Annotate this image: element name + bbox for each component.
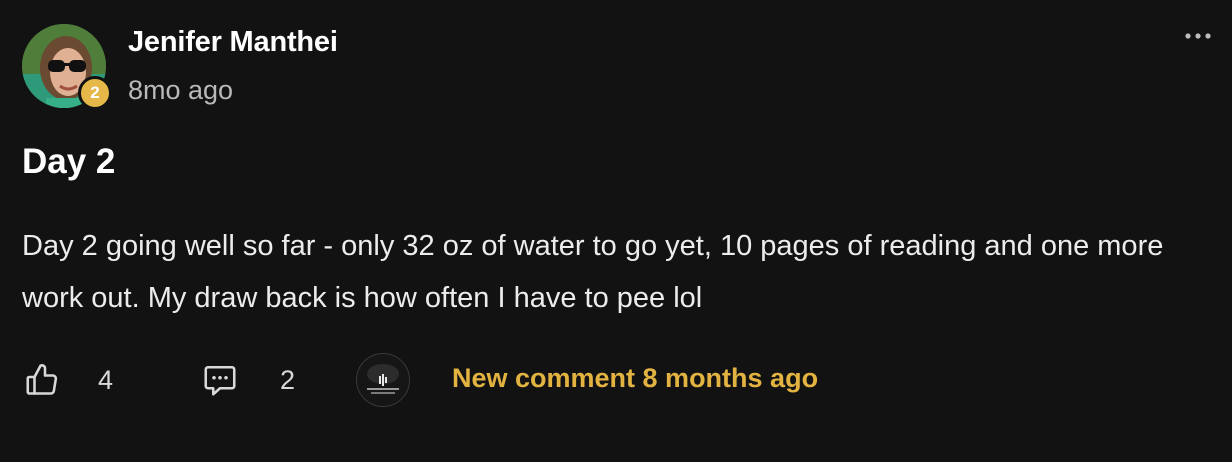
post-title[interactable]: Day 2 <box>22 142 115 182</box>
commenter-logo <box>357 354 409 406</box>
comment-icon <box>204 365 236 396</box>
like-count: 4 <box>98 365 114 395</box>
post-actions: 4 2 New comment 8 months ago <box>22 350 1122 410</box>
post-body[interactable]: Day 2 going well so far - only 32 oz of … <box>22 220 1172 324</box>
last-commenter-avatar[interactable] <box>356 353 410 407</box>
like-button[interactable] <box>22 360 62 400</box>
more-options-button[interactable] <box>1182 22 1214 50</box>
level-badge: 2 <box>78 76 112 110</box>
author-name[interactable]: Jenifer Manthei <box>128 26 338 59</box>
new-comment-link[interactable]: New comment 8 months ago <box>452 363 818 394</box>
thumbs-up-icon <box>26 364 58 395</box>
comment-count: 2 <box>280 365 296 395</box>
post-card: 2 Jenifer Manthei 8mo ago Day 2 Day 2 go… <box>0 0 1232 462</box>
author-avatar-wrap[interactable]: 2 <box>22 24 112 110</box>
comment-button[interactable] <box>200 360 240 400</box>
post-timestamp[interactable]: 8mo ago <box>128 75 233 106</box>
ellipsis-icon <box>1185 33 1211 39</box>
